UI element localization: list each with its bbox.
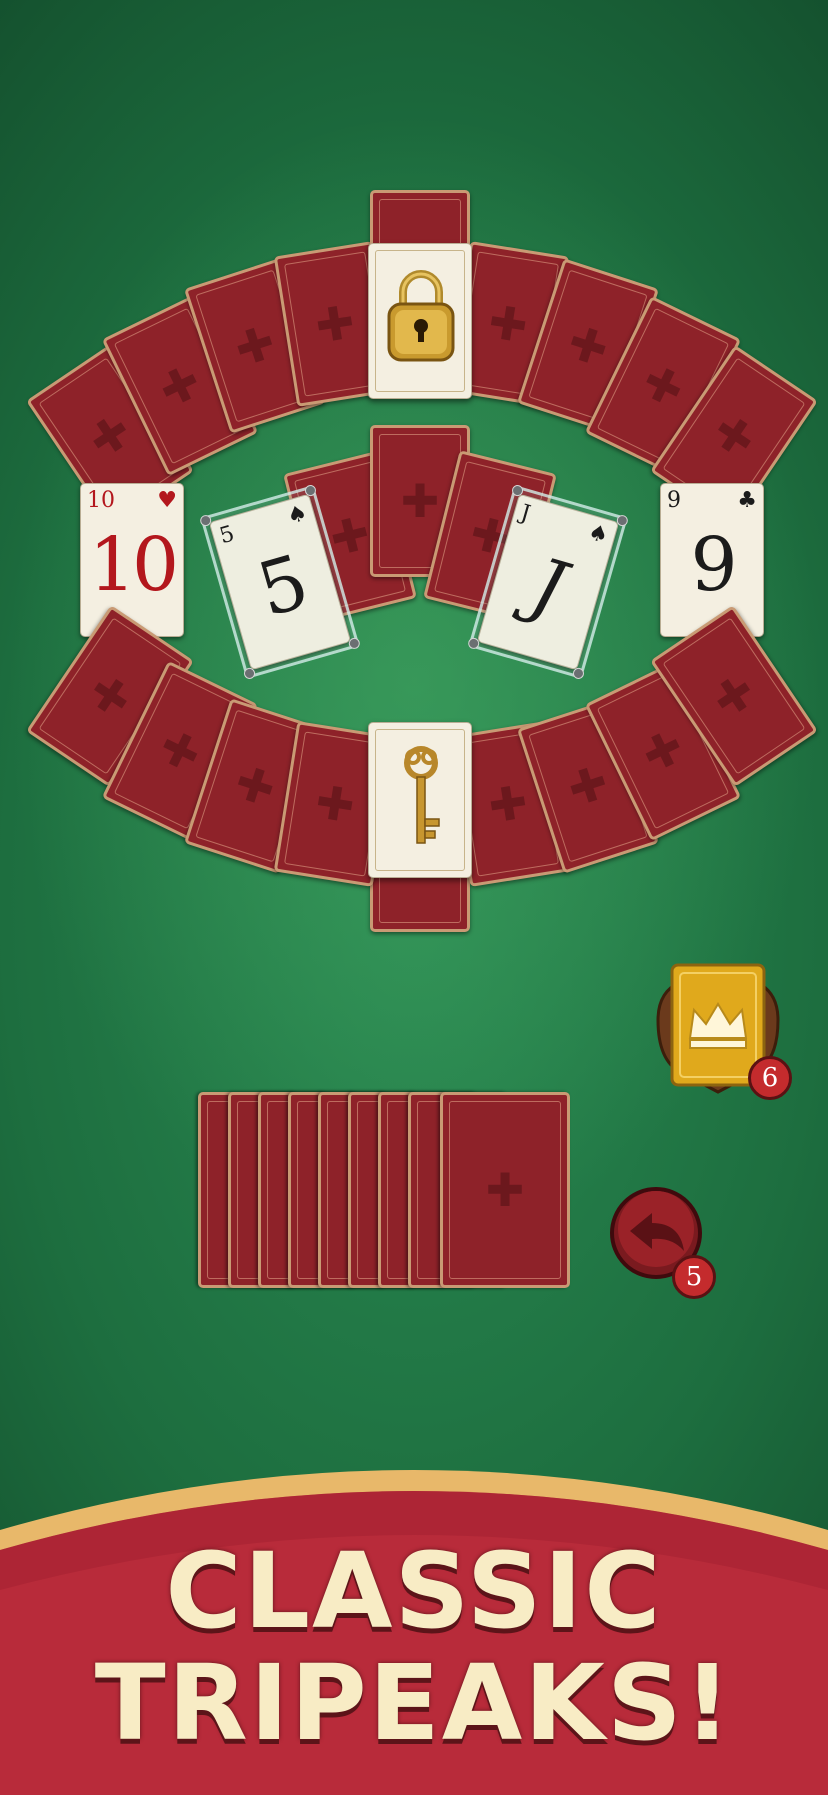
key-icon xyxy=(404,746,440,844)
card-corner-rank: 9 xyxy=(667,488,681,513)
card-9-clubs[interactable]: 9 ♣ 9 xyxy=(660,483,764,637)
king-wild-count-badge: 6 xyxy=(748,1056,792,1100)
card-10-hearts[interactable]: 10 ♥ 10 xyxy=(80,483,184,637)
king-wild-button[interactable]: 6 xyxy=(648,960,792,1100)
undo-button[interactable]: 5 xyxy=(608,1185,728,1305)
stock-top-card[interactable] xyxy=(440,1092,570,1288)
title-banner: CLASSIC TRIPEAKS! xyxy=(0,1420,828,1795)
club-icon: ♣ xyxy=(737,488,757,513)
banner-title-line2: TRIPEAKS! xyxy=(94,1642,734,1764)
padlock-icon xyxy=(387,270,455,362)
card-corner-rank: 10 xyxy=(87,488,115,513)
card-rank: 10 xyxy=(88,522,179,608)
card-rank: 9 xyxy=(690,522,737,608)
undo-count-badge: 5 xyxy=(672,1255,716,1299)
padlock-card[interactable] xyxy=(368,243,472,399)
banner-title-line1: CLASSIC xyxy=(165,1530,663,1652)
heart-icon: ♥ xyxy=(157,488,177,513)
banner-title: CLASSIC TRIPEAKS! xyxy=(0,1535,828,1759)
key-card[interactable] xyxy=(368,722,472,878)
